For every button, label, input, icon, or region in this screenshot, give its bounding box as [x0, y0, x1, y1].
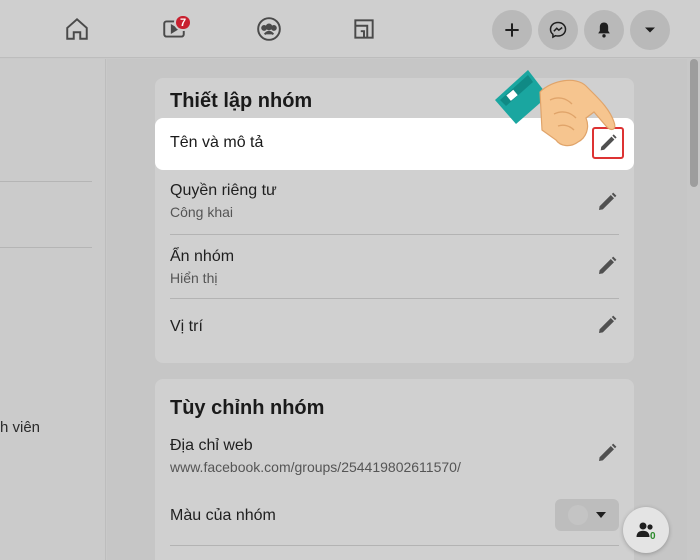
web-address-label: Địa chỉ web [170, 437, 253, 454]
messenger-button[interactable] [538, 10, 578, 50]
hide-group-row[interactable]: Ẩn nhóm Hiển thị [170, 248, 619, 286]
web-address-row[interactable]: Địa chỉ web www.facebook.com/groups/2544… [170, 437, 619, 475]
plus-icon [505, 23, 519, 37]
privacy-row[interactable]: Quyền riêng tư Công khai [170, 182, 619, 220]
location-row[interactable]: Vị trí [170, 318, 619, 336]
web-address-value: www.facebook.com/groups/254419802611570/ [170, 459, 461, 475]
row-divider [170, 234, 619, 235]
account-menu-button[interactable] [630, 10, 670, 50]
hide-group-label: Ẩn nhóm [170, 248, 235, 265]
customize-group-title: Tùy chỉnh nhóm [170, 397, 325, 419]
watch-badge: 7 [174, 14, 193, 31]
edit-hide-group-icon[interactable] [595, 254, 619, 278]
chevron-down-icon [645, 27, 655, 33]
messenger-icon [549, 21, 567, 39]
privacy-value: Công khai [170, 204, 234, 220]
gaming-icon[interactable] [344, 10, 384, 48]
edit-privacy-icon[interactable] [595, 190, 619, 214]
location-label: Vị trí [170, 318, 203, 335]
scrollbar[interactable] [687, 59, 700, 560]
member-requests-button[interactable]: 0 [623, 507, 669, 553]
privacy-label: Quyền riêng tư [170, 182, 277, 199]
notifications-button[interactable] [584, 10, 624, 50]
chevron-down-icon [596, 512, 606, 518]
left-sidebar: h viên [0, 59, 106, 560]
groups-icon[interactable] [249, 10, 289, 48]
member-requests-count: 0 [650, 531, 656, 542]
hide-group-value: Hiển thị [170, 270, 218, 286]
sidebar-divider [0, 247, 92, 248]
group-settings-title: Thiết lập nhóm [170, 90, 313, 112]
row-divider [170, 298, 619, 299]
group-color-select[interactable] [555, 499, 619, 531]
edit-web-address-icon[interactable] [595, 441, 619, 465]
sidebar-divider [0, 181, 92, 182]
top-navigation-bar: 7 [0, 0, 700, 58]
watch-icon[interactable]: 7 [154, 10, 194, 48]
scroll-thumb[interactable] [690, 59, 698, 187]
customize-group-card: Tùy chỉnh nhóm Địa chỉ web www.facebook.… [155, 379, 634, 560]
group-color-row: Màu của nhóm [170, 507, 619, 525]
pointing-hand-icon [495, 70, 616, 147]
row-divider [170, 545, 619, 546]
name-description-label: Tên và mô tả [170, 134, 264, 151]
bell-icon [598, 22, 610, 38]
group-color-label: Màu của nhóm [170, 507, 276, 524]
sidebar-item-members[interactable]: h viên [0, 419, 40, 436]
color-swatch [568, 505, 588, 525]
edit-location-icon[interactable] [595, 313, 619, 337]
home-icon[interactable] [57, 10, 97, 48]
create-button[interactable] [492, 10, 532, 50]
